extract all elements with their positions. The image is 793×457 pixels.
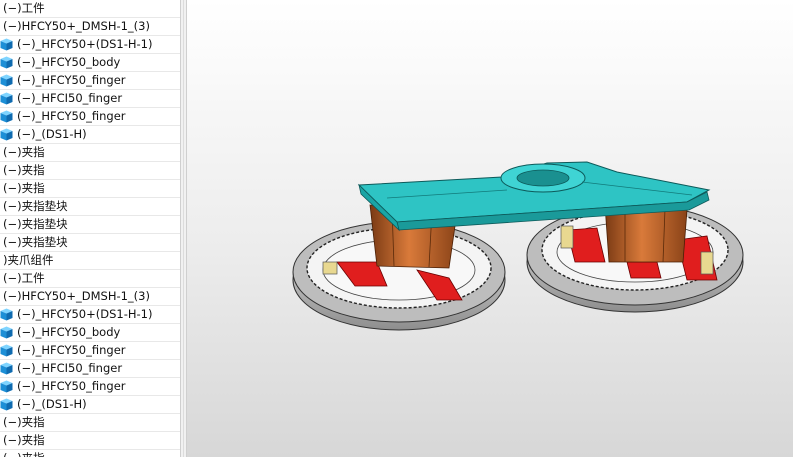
tree-item-label: (−)_HFCY50_finger xyxy=(17,379,126,393)
part-icon xyxy=(0,56,13,69)
tree-item[interactable]: (−)夹指垫块 xyxy=(0,234,180,252)
tree-item[interactable]: (−)_HFCY50_body xyxy=(0,54,180,72)
tree-item[interactable]: (−)工件 xyxy=(0,0,180,18)
tree-item[interactable]: (−)_HFCY50+(DS1-H-1) xyxy=(0,306,180,324)
tree-item-label: (−)夹指 xyxy=(3,163,45,177)
tree-item[interactable]: (−)_HFCY50_finger xyxy=(0,342,180,360)
right-finger-3 xyxy=(626,261,662,279)
tree-item[interactable]: (−)夹指 xyxy=(0,180,180,198)
tree-item[interactable]: (−)夹指 xyxy=(0,144,180,162)
tree-item[interactable]: (−)夹指垫块 xyxy=(0,216,180,234)
tree-item[interactable]: (−)_HFCI50_finger xyxy=(0,360,180,378)
tree-item-label: (−)_HFCI50_finger xyxy=(17,91,123,105)
tree-item-label: (−)_HFCY50+(DS1-H-1) xyxy=(17,307,153,321)
tree-item-label: (−)夹指 xyxy=(3,145,45,159)
part-icon xyxy=(0,362,13,375)
left-pad xyxy=(322,261,338,275)
panel-splitter[interactable] xyxy=(180,0,187,457)
tree-item-label: (−)_HFCY50_finger xyxy=(17,109,126,123)
tree-item-label: (−)夹指 xyxy=(3,181,45,195)
tree-item-label: (−)_(DS1-H) xyxy=(17,397,87,411)
tree-item[interactable]: (−)工件 xyxy=(0,270,180,288)
tree-item-label: (−)_HFCY50+(DS1-H-1) xyxy=(17,37,153,51)
tree-item-label: (−)夹指 xyxy=(3,433,45,447)
tree-item[interactable]: (−)夹指 xyxy=(0,432,180,450)
tree-item-label: (−)夹指垫块 xyxy=(3,235,68,249)
tree-item[interactable]: (−)夹指 xyxy=(0,162,180,180)
feature-tree: (−)工件 (−)HFCY50+_DMSH-1_(3) (−)_HFCY50+(DS… xyxy=(0,0,180,457)
tree-item[interactable]: (−)_(DS1-H) xyxy=(0,126,180,144)
tree-item[interactable]: (−)夹指 xyxy=(0,450,180,457)
part-icon xyxy=(0,380,13,393)
tree-item[interactable]: (−)_HFCI50_finger xyxy=(0,90,180,108)
tree-item[interactable]: (−)_HFCY50_finger xyxy=(0,72,180,90)
tree-item-label: (−)夹指垫块 xyxy=(3,217,68,231)
tree-item[interactable]: (−)HFCY50+_DMSH-1_(3) xyxy=(0,288,180,306)
part-icon xyxy=(0,38,13,51)
tree-item-label: (−)工件 xyxy=(3,1,45,15)
tree-item-label: )夹爪组件 xyxy=(3,253,54,267)
tree-item-label: (−)_HFCY50_body xyxy=(17,325,121,339)
tree-item-label: (−)HFCY50+_DMSH-1_(3) xyxy=(3,19,150,33)
tree-item[interactable]: (−)夹指 xyxy=(0,414,180,432)
part-icon xyxy=(0,74,13,87)
tree-item[interactable]: (−)_(DS1-H) xyxy=(0,396,180,414)
tree-item-label: (−)_HFCY50_finger xyxy=(17,73,126,87)
tree-item-label: (−)夹指 xyxy=(3,415,45,429)
part-icon xyxy=(0,92,13,105)
plate-center-hole xyxy=(516,169,570,187)
tree-item[interactable]: (−)_HFCY50_finger xyxy=(0,108,180,126)
tree-item[interactable]: (−)_HFCY50_finger xyxy=(0,378,180,396)
tree-item[interactable]: )夹爪组件 xyxy=(0,252,180,270)
tree-item[interactable]: (−)夹指垫块 xyxy=(0,198,180,216)
right-gripper[interactable] xyxy=(526,204,744,313)
right-pad-2 xyxy=(700,251,714,275)
tree-item-label: (−)夹指垫块 xyxy=(3,199,68,213)
tree-item-label: (−)夹指 xyxy=(3,450,45,457)
tree-item-label: (−)_HFCY50_body xyxy=(17,55,121,69)
tree-item-label: (−)工件 xyxy=(3,271,45,285)
part-icon xyxy=(0,398,13,411)
part-icon xyxy=(0,326,13,339)
right-pad-1 xyxy=(560,225,574,249)
3d-viewport[interactable] xyxy=(187,0,793,457)
tree-item[interactable]: (−)_HFCY50+(DS1-H-1) xyxy=(0,36,180,54)
part-icon xyxy=(0,110,13,123)
tree-item[interactable]: (−)HFCY50+_DMSH-1_(3) xyxy=(0,18,180,36)
part-icon xyxy=(0,344,13,357)
gripper-assembly-model xyxy=(292,161,744,331)
part-icon xyxy=(0,308,13,321)
tree-item-label: (−)_HFCY50_finger xyxy=(17,343,126,357)
splitter-grip xyxy=(183,0,184,457)
part-icon xyxy=(0,128,13,141)
tree-item[interactable]: (−)_HFCY50_body xyxy=(0,324,180,342)
tree-item-label: (−)HFCY50+_DMSH-1_(3) xyxy=(3,289,150,303)
tree-item-label: (−)_(DS1-H) xyxy=(17,127,87,141)
tree-item-label: (−)_HFCI50_finger xyxy=(17,361,123,375)
